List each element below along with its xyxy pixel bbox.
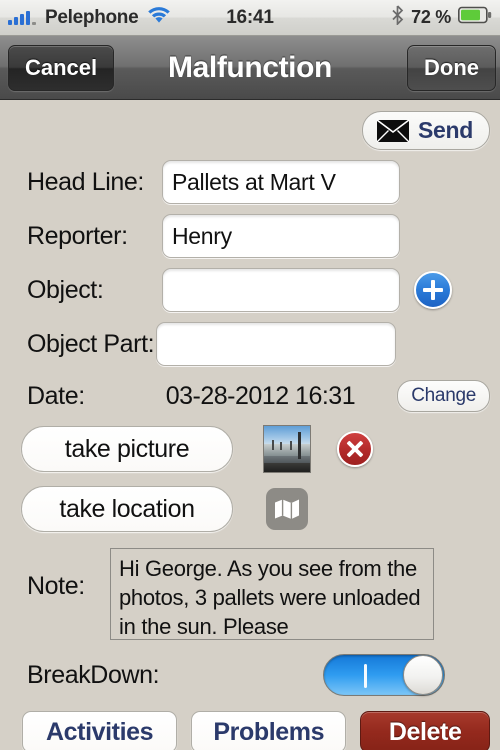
- carrier-label: Pelephone: [45, 6, 139, 28]
- send-button[interactable]: Send: [361, 111, 490, 150]
- object-part-row: Object Part:: [0, 322, 500, 366]
- delete-picture-button[interactable]: [337, 431, 373, 467]
- status-bar: Pelephone 16:41 72 %: [0, 0, 500, 36]
- object-input[interactable]: [162, 268, 400, 312]
- navigation-bar: Cancel Malfunction Done: [0, 36, 500, 100]
- envelope-icon: [376, 118, 410, 143]
- problems-button[interactable]: Problems: [191, 711, 347, 750]
- date-label: Date:: [27, 381, 85, 410]
- toggle-on-mark: [364, 664, 367, 688]
- note-textarea[interactable]: Hi George. As you see from the photos, 3…: [110, 548, 434, 640]
- app-screen: Pelephone 16:41 72 % Cancel Malfunction …: [0, 0, 500, 750]
- date-row: Date: 03-28-2012 16:31 Change: [0, 380, 500, 412]
- cancel-button[interactable]: Cancel: [8, 44, 115, 91]
- take-location-button[interactable]: take location: [21, 486, 233, 532]
- form-content: Send Head Line: Pallets at Mart V Report…: [0, 100, 500, 750]
- head-line-row: Head Line: Pallets at Mart V: [0, 160, 500, 204]
- breakdown-row: BreakDown:: [0, 654, 500, 696]
- reporter-input[interactable]: Henry: [162, 214, 400, 258]
- note-label: Note:: [27, 572, 85, 600]
- note-row: Note: Hi George. As you see from the pho…: [0, 548, 500, 640]
- send-row: Send: [0, 100, 500, 150]
- head-line-input[interactable]: Pallets at Mart V: [162, 160, 400, 204]
- photo-thumbnail[interactable]: [263, 425, 311, 473]
- status-bar-right: 72 %: [391, 5, 492, 30]
- bottom-button-bar: Activities Problems Delete: [0, 711, 500, 750]
- reporter-label: Reporter:: [27, 221, 128, 250]
- breakdown-label: BreakDown:: [27, 660, 160, 689]
- breakdown-toggle[interactable]: [323, 654, 445, 696]
- take-picture-button[interactable]: take picture: [21, 426, 233, 472]
- reporter-row: Reporter: Henry: [0, 214, 500, 258]
- change-date-button[interactable]: Change: [397, 380, 490, 412]
- activities-button[interactable]: Activities: [22, 711, 178, 750]
- object-row: Object:: [0, 268, 500, 312]
- map-icon[interactable]: [266, 488, 308, 530]
- send-button-label: Send: [417, 117, 473, 143]
- bluetooth-icon: [391, 5, 404, 30]
- date-value: 03-28-2012 16:31: [165, 381, 356, 410]
- object-part-label: Object Part:: [27, 329, 155, 358]
- head-line-label: Head Line:: [27, 167, 144, 196]
- add-object-button[interactable]: [414, 271, 452, 309]
- battery-icon: [458, 6, 492, 29]
- status-bar-left: Pelephone: [8, 7, 171, 29]
- delete-button[interactable]: Delete: [360, 711, 490, 750]
- location-row: take location: [0, 486, 500, 532]
- wifi-icon: [147, 6, 171, 29]
- done-button[interactable]: Done: [407, 44, 496, 91]
- battery-percent-label: 72 %: [411, 7, 451, 27]
- picture-row: take picture: [0, 425, 500, 473]
- object-part-input[interactable]: [156, 322, 396, 366]
- toggle-knob[interactable]: [403, 655, 443, 695]
- object-label: Object:: [27, 275, 104, 304]
- signal-strength-icon: [8, 10, 36, 25]
